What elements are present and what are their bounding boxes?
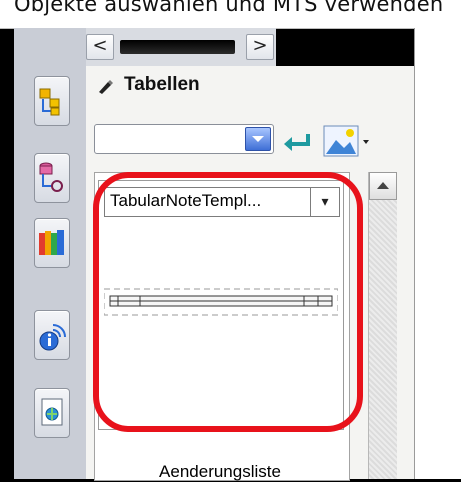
template-card[interactable]: TabularNoteTempl... ▾	[98, 180, 344, 430]
vertical-scrollbar[interactable]	[368, 172, 397, 479]
window-title: Objekte auswählen und MTS verwenden	[14, 0, 444, 16]
panel-title: Tabellen	[124, 74, 200, 95]
assembly-navigator-button[interactable]	[34, 76, 70, 126]
navigation-row: < >	[86, 28, 276, 66]
library-icon	[39, 230, 64, 255]
nav-forward-button[interactable]: >	[246, 34, 274, 60]
tables-panel: Tabellen TabularNoteTempl... ▾ Aenderung…	[86, 66, 415, 481]
combo-dropdown-button[interactable]	[245, 127, 271, 151]
web-browser-button[interactable]	[34, 388, 70, 438]
chevron-up-icon	[377, 182, 389, 189]
constraint-navigator-icon	[39, 162, 63, 192]
template-select-value: TabularNoteTempl...	[110, 191, 262, 210]
pencil-icon	[99, 80, 113, 94]
assembly-navigator-icon	[39, 88, 60, 116]
window-title-bar: Objekte auswählen und MTS verwenden	[0, 0, 461, 29]
image-menu-button[interactable]	[322, 124, 372, 158]
template-caption: Aenderungsliste	[159, 462, 281, 481]
table-preview-thumbnail	[104, 288, 338, 316]
nav-scroll-thumb[interactable]	[120, 40, 235, 54]
nav-back-button[interactable]: <	[86, 34, 114, 60]
table-combo-box[interactable]	[94, 124, 274, 154]
template-select[interactable]: TabularNoteTempl... ▾	[104, 187, 340, 217]
chevron-down-icon	[252, 136, 264, 142]
chevron-down-icon[interactable]: ▾	[310, 188, 339, 216]
constraint-navigator-button[interactable]	[34, 153, 70, 203]
info-button[interactable]	[34, 310, 70, 360]
info-icon	[39, 324, 66, 351]
scroll-up-button[interactable]	[369, 172, 397, 200]
web-browser-icon	[41, 398, 63, 426]
return-arrow-icon[interactable]	[282, 130, 314, 154]
resource-bar	[14, 28, 87, 479]
graphics-area[interactable]	[414, 28, 461, 479]
reuse-library-button[interactable]	[34, 218, 70, 268]
